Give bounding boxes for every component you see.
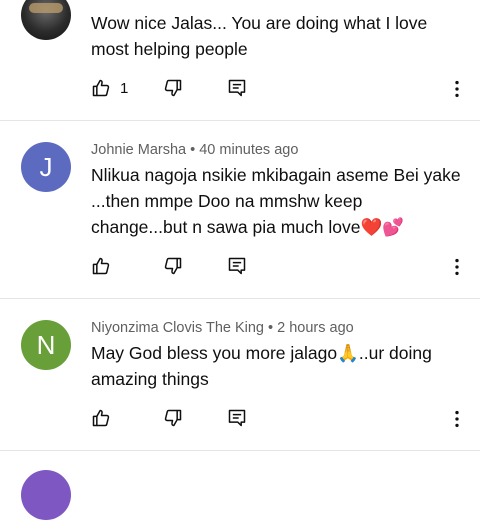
like-button[interactable]: 1 xyxy=(91,78,128,98)
reply-button[interactable] xyxy=(227,256,247,276)
reply-icon xyxy=(228,79,246,97)
like-button[interactable] xyxy=(91,408,120,428)
reply-button[interactable] xyxy=(227,78,247,98)
comment-text: Nlikua nagoja nsikie mkibagain aseme Bei… xyxy=(91,165,461,237)
comment-text: Wow nice Jalas... You are doing what I l… xyxy=(91,13,428,59)
avatar-letter: J xyxy=(39,151,53,182)
comment-actions: 1 xyxy=(0,78,480,102)
divider xyxy=(0,450,480,451)
thumb-up-icon xyxy=(92,409,110,427)
reply-icon xyxy=(228,257,246,275)
more-vert-icon xyxy=(455,410,459,428)
comment-actions xyxy=(0,256,480,280)
more-options-button[interactable] xyxy=(446,408,468,430)
avatar-photo xyxy=(29,3,63,13)
avatar[interactable]: N xyxy=(21,320,71,370)
like-button[interactable] xyxy=(91,256,120,276)
reply-icon xyxy=(228,409,246,427)
thumb-down-icon xyxy=(164,409,182,427)
reply-button[interactable] xyxy=(227,408,247,428)
avatar[interactable]: J xyxy=(21,142,71,192)
comment-meta: Johnie Marsha • 40 minutes ago xyxy=(91,142,299,158)
more-vert-icon xyxy=(455,258,459,276)
dislike-button[interactable] xyxy=(163,256,183,276)
more-options-button[interactable] xyxy=(446,256,468,278)
avatar[interactable] xyxy=(21,0,71,40)
thumb-down-icon xyxy=(164,79,182,97)
more-vert-icon xyxy=(455,80,459,98)
divider xyxy=(0,298,480,299)
avatar[interactable] xyxy=(21,470,71,520)
thumb-up-icon xyxy=(92,79,110,97)
thumb-up-icon xyxy=(92,257,110,275)
avatar-letter: N xyxy=(36,329,56,360)
thumb-down-icon xyxy=(164,257,182,275)
dislike-button[interactable] xyxy=(163,78,183,98)
comment-meta: Niyonzima Clovis The King • 2 hours ago xyxy=(91,320,354,336)
more-options-button[interactable] xyxy=(446,78,468,100)
divider xyxy=(0,120,480,121)
like-count: 1 xyxy=(120,79,129,97)
comment-actions xyxy=(0,408,480,432)
dislike-button[interactable] xyxy=(163,408,183,428)
comment-text: May God bless you more jalago🙏..ur doing… xyxy=(91,343,432,389)
